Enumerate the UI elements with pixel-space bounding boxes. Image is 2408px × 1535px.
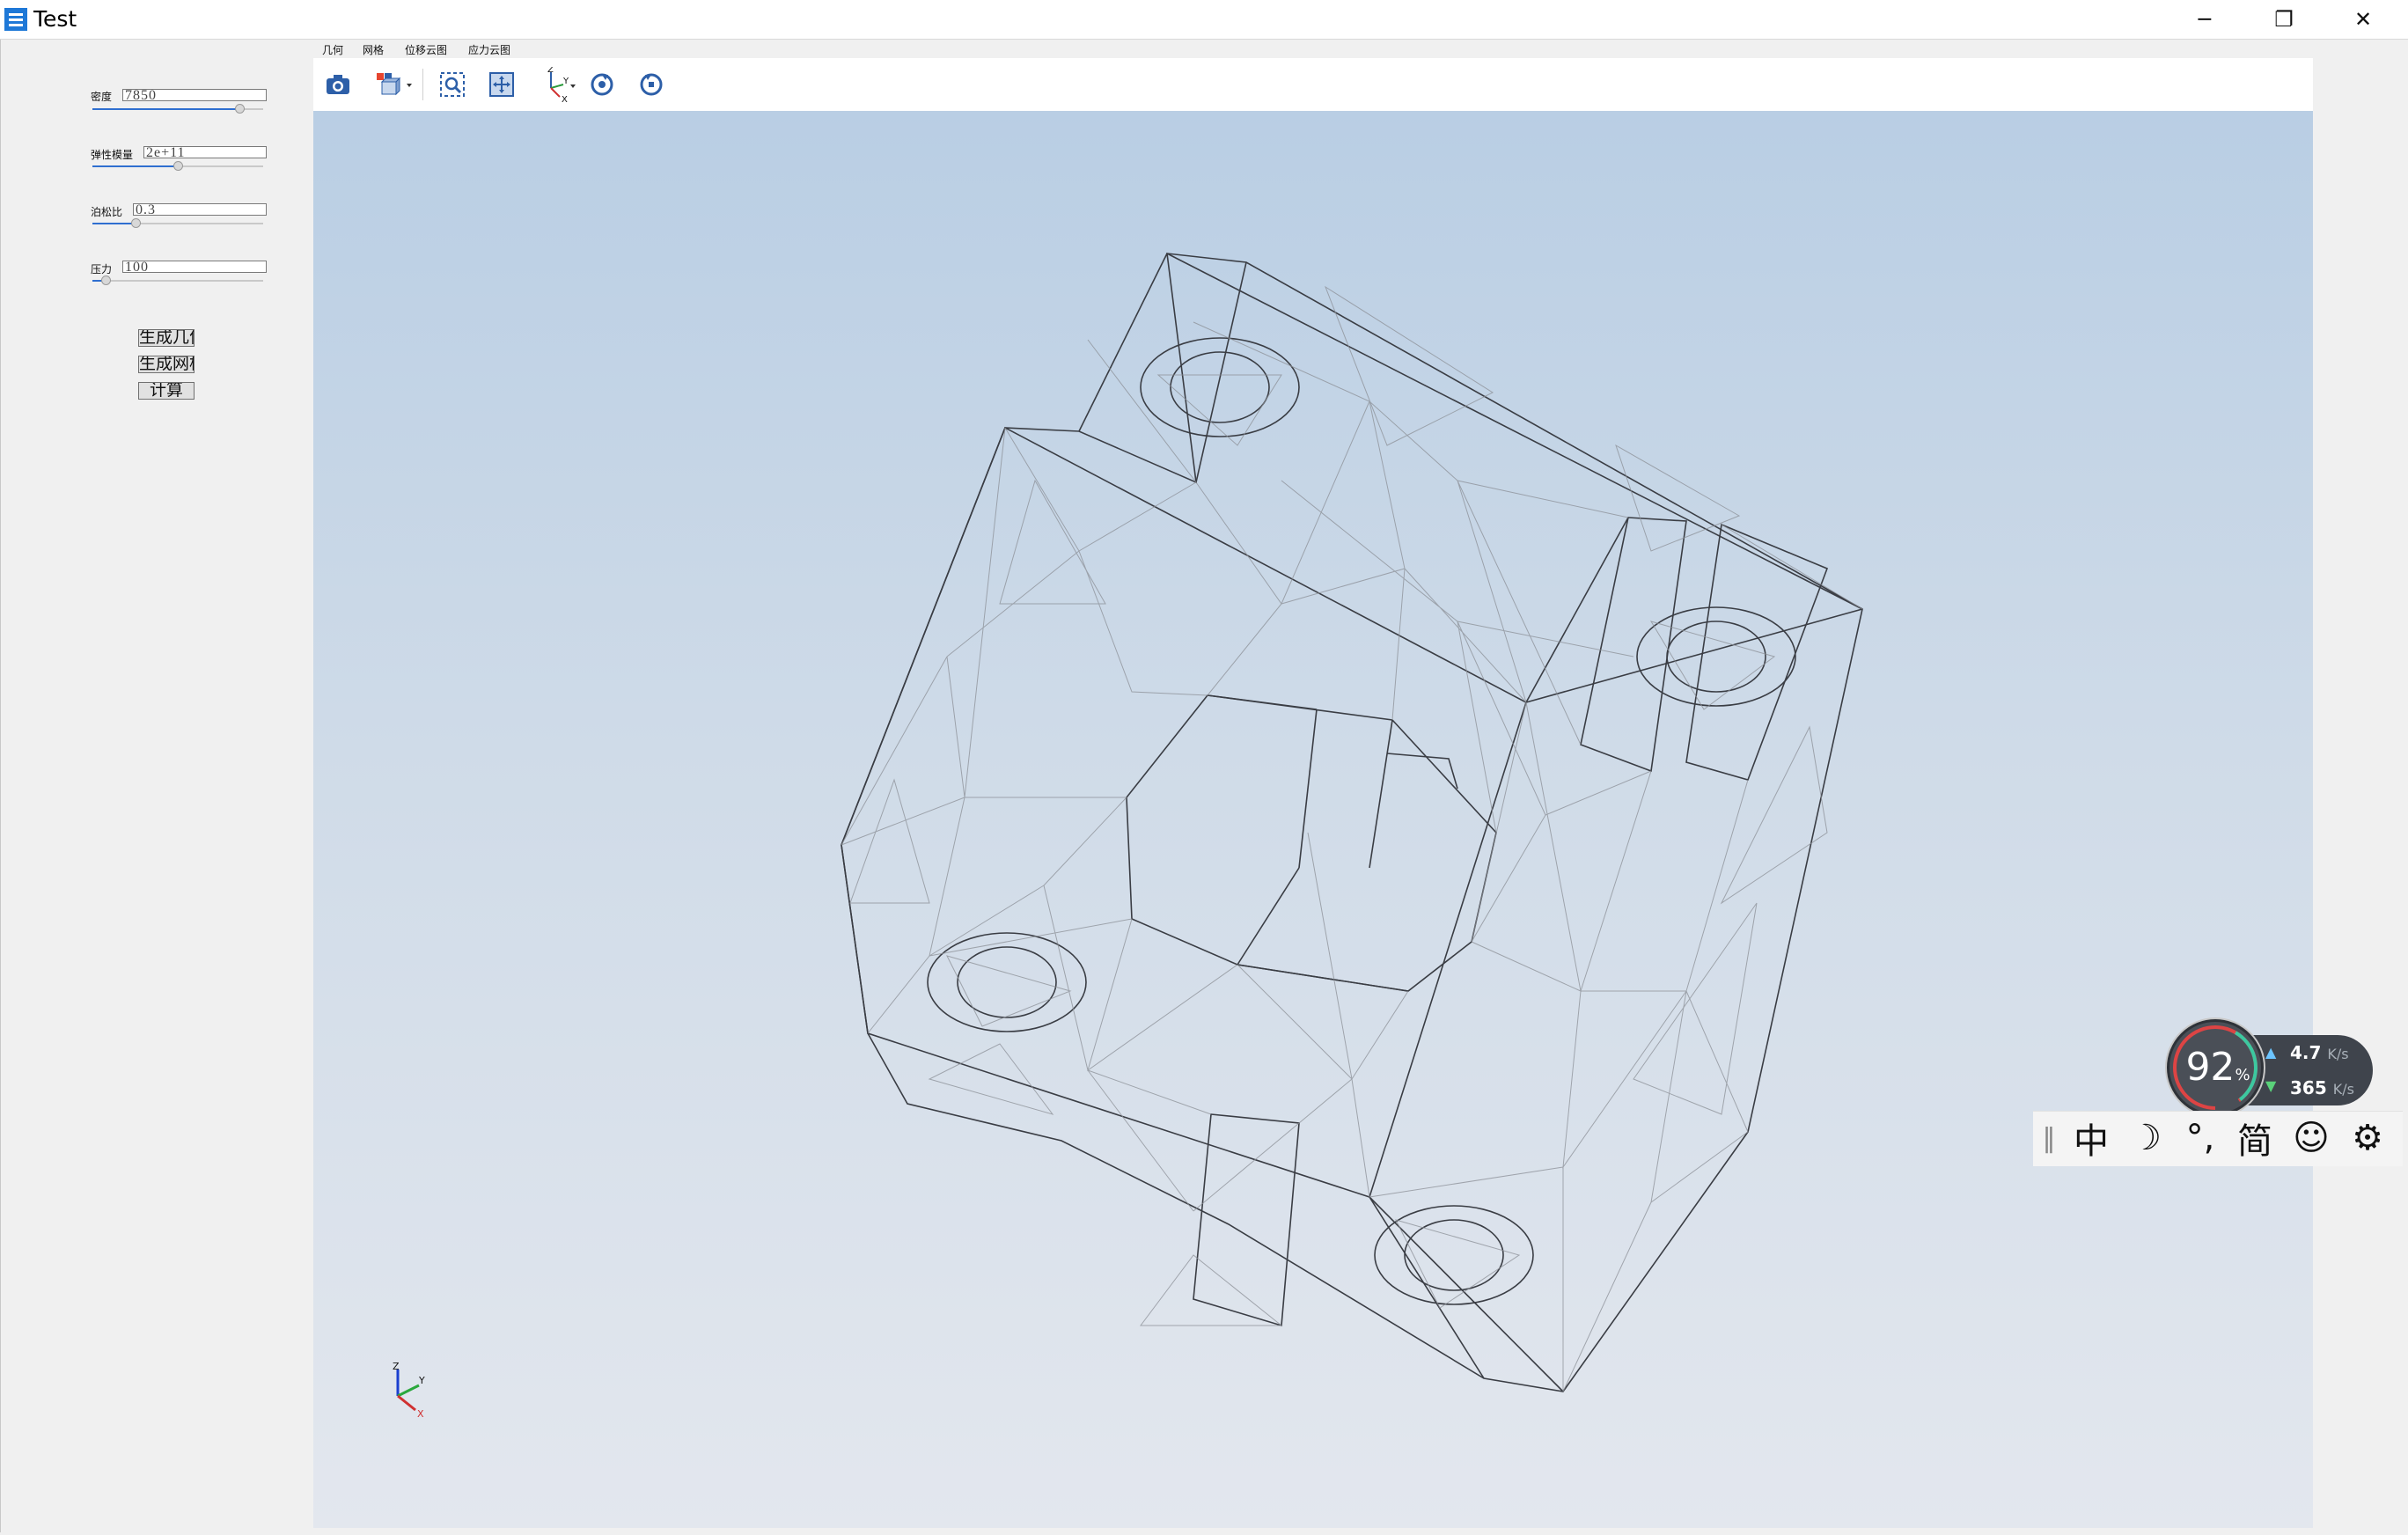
view-cube-icon[interactable] (373, 69, 415, 100)
parameter-panel: 密度 7850 弹性模量 2e+11 泊松比 0.3 压力 100 生成几何 生… (0, 40, 312, 1532)
memory-percent-value: 92 (2185, 1045, 2235, 1090)
rotate-ccw-icon[interactable] (586, 69, 618, 100)
simplified-traditional-toggle[interactable]: 简 (2232, 1119, 2278, 1162)
modulus-input[interactable]: 2e+11 (143, 146, 267, 158)
memory-percent: 92% (2169, 1043, 2266, 1100)
network-speed-widget[interactable]: ▲ 4.7 K/s ▼ 365 K/s 92% (2167, 1019, 2378, 1116)
svg-text:Z: Z (547, 67, 554, 75)
modulus-label: 弹性模量 (91, 149, 134, 161)
gear-icon[interactable]: ⚙ (2345, 1118, 2390, 1158)
axis-orientation-icon[interactable]: ZY X (537, 67, 579, 102)
download-unit: K/s (2332, 1081, 2354, 1098)
rotate-cw-icon[interactable] (635, 69, 667, 100)
compute-button[interactable]: 计算 (138, 382, 195, 400)
pressure-label: 压力 (91, 263, 113, 275)
poisson-input[interactable]: 0.3 (133, 203, 267, 216)
poisson-slider[interactable] (92, 218, 263, 228)
minimize-button[interactable]: ─ (2165, 0, 2244, 39)
triad-y-label: Y (418, 1375, 425, 1386)
density-label: 密度 (91, 91, 113, 103)
triad-x-label: X (417, 1408, 424, 1420)
density-slider-thumb[interactable] (235, 104, 245, 114)
density-slider[interactable] (92, 104, 263, 114)
modulus-slider-fill (92, 165, 178, 167)
tab-geometry[interactable]: 几何 (322, 42, 343, 57)
menu-bar: 几何 网格 位移云图 应力云图 (312, 40, 2313, 58)
close-button[interactable]: ✕ (2324, 0, 2403, 39)
modulus-slider-thumb[interactable] (173, 161, 183, 171)
density-input[interactable]: 7850 (122, 89, 267, 101)
ime-language-toggle[interactable]: 中 (2068, 1119, 2114, 1162)
app-icon (4, 8, 27, 31)
download-arrow-icon: ▼ (2265, 1077, 2277, 1094)
fit-all-icon[interactable] (486, 69, 518, 100)
window-title: Test (33, 6, 77, 32)
poisson-label: 泊松比 (91, 206, 123, 218)
pressure-slider-thumb[interactable] (101, 275, 111, 285)
3d-viewport[interactable]: Z Y X (313, 111, 2313, 1528)
toolbar-separator (422, 69, 423, 100)
camera-icon[interactable] (322, 69, 354, 100)
upload-speed: 4.7 K/s (2290, 1042, 2349, 1063)
maximize-button[interactable]: ❐ (2244, 0, 2324, 39)
punctuation-toggle[interactable]: °, (2177, 1118, 2223, 1158)
upload-unit: K/s (2327, 1046, 2349, 1062)
poisson-slider-thumb[interactable] (131, 218, 141, 228)
download-speed: 365 K/s (2290, 1077, 2354, 1098)
tab-stress[interactable]: 应力云图 (468, 42, 510, 57)
generate-geometry-button[interactable]: 生成几何 (138, 329, 195, 347)
pressure-input[interactable]: 100 (122, 261, 267, 273)
svg-text:X: X (562, 95, 568, 102)
axis-triad: Z Y X (393, 1361, 425, 1420)
upload-value: 4.7 (2290, 1042, 2322, 1063)
emoji-icon[interactable]: ☺ (2288, 1118, 2334, 1158)
pressure-slider[interactable] (92, 275, 263, 285)
tab-mesh[interactable]: 网格 (363, 42, 384, 57)
generate-mesh-button[interactable]: 生成网格 (138, 356, 195, 373)
triad-z-label: Z (393, 1361, 400, 1372)
modulus-slider[interactable] (92, 161, 263, 171)
title-bar: Test ─ ❐ ✕ (0, 0, 2408, 40)
memory-percent-unit: % (2235, 1066, 2250, 1084)
tab-displacement[interactable]: 位移云图 (405, 42, 447, 57)
mesh-wireframe (841, 253, 1863, 1392)
view-toolbar: ZY X (313, 58, 2313, 111)
ime-toolbar: ‖ 中 ☽ °, 简 ☺ ⚙ (2033, 1111, 2403, 1166)
moon-icon[interactable]: ☽ (2123, 1118, 2169, 1158)
ime-drag-handle[interactable]: ‖ (2040, 1119, 2058, 1157)
poisson-slider-fill (92, 223, 135, 224)
zoom-box-icon[interactable] (437, 69, 468, 100)
upload-arrow-icon: ▲ (2265, 1044, 2277, 1061)
svg-text:Y: Y (562, 77, 569, 86)
download-value: 365 (2290, 1077, 2327, 1098)
density-slider-fill (92, 108, 242, 110)
memory-usage-gauge: 92% (2167, 1019, 2264, 1116)
